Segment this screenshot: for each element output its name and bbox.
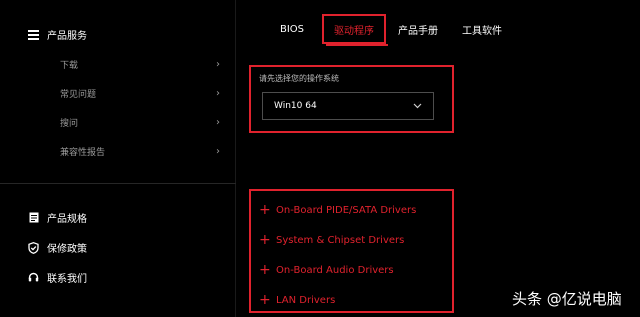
sidebar-item-label: 搜问 (60, 118, 79, 129)
sidebar: 产品服务 下载 › 常见问题 › 搜问 › 兼容性报告 › 产品规格 保修政策 … (0, 0, 236, 317)
sidebar-item-compatibility[interactable]: 兼容性报告 › (60, 144, 220, 158)
sidebar-item-warranty[interactable]: 保修政策 (28, 240, 87, 255)
watermark: 头条 @亿说电脑 (512, 290, 622, 308)
tab-drivers[interactable]: 驱动程序 (322, 14, 386, 44)
sidebar-item-ask[interactable]: 搜问 › (60, 115, 220, 129)
chevron-right-icon: › (216, 145, 220, 157)
driver-item-lan[interactable]: + LAN Drivers (259, 293, 335, 307)
sidebar-item-label: 兼容性报告 (60, 147, 106, 158)
sidebar-item-label: 常见问题 (60, 89, 97, 100)
tab-label: 工具软件 (462, 25, 502, 37)
tab-manual[interactable]: 产品手册 (386, 14, 450, 44)
chevron-right-icon: › (216, 87, 220, 99)
tab-bar: BIOS 驱动程序 产品手册 工具软件 (262, 14, 514, 44)
tab-tools[interactable]: 工具软件 (450, 14, 514, 44)
driver-item-audio[interactable]: + On-Board Audio Drivers (259, 263, 394, 277)
section-header-product-service[interactable]: 产品服务 (28, 27, 87, 42)
driver-label: On-Board PIDE/SATA Drivers (276, 204, 417, 216)
chevron-right-icon: › (216, 58, 220, 70)
sidebar-item-label: 产品规格 (47, 214, 87, 225)
active-tab-indicator (326, 44, 388, 46)
os-select-label: 请先选择您的操作系统 (259, 74, 339, 83)
document-icon (28, 212, 39, 223)
driver-item-pide-sata[interactable]: + On-Board PIDE/SATA Drivers (259, 203, 416, 217)
tab-label: 产品手册 (398, 25, 438, 37)
plus-icon: + (259, 262, 271, 278)
sidebar-item-label: 联系我们 (47, 274, 87, 285)
list-icon (28, 29, 39, 40)
sidebar-item-download[interactable]: 下载 › (60, 57, 220, 71)
chevron-right-icon: › (216, 116, 220, 128)
tab-label: BIOS (279, 23, 305, 35)
shield-check-icon (28, 241, 39, 254)
plus-icon: + (259, 232, 271, 248)
sidebar-item-contact[interactable]: 联系我们 (28, 270, 87, 285)
sidebar-item-faq[interactable]: 常见问题 › (60, 86, 220, 100)
sidebar-item-label: 下载 (60, 60, 79, 71)
tab-bios[interactable]: BIOS (262, 14, 322, 44)
driver-label: LAN Drivers (276, 294, 336, 306)
chevron-down-icon (413, 101, 422, 112)
tab-label: 驱动程序 (334, 25, 374, 37)
plus-icon: + (259, 202, 271, 218)
os-select-dropdown[interactable]: Win10 64 (262, 92, 434, 120)
sidebar-item-specs[interactable]: 产品规格 (28, 210, 87, 225)
os-select-value: Win10 64 (274, 101, 317, 111)
sidebar-divider (0, 183, 236, 184)
headset-icon (28, 272, 39, 283)
sidebar-item-label: 保修政策 (47, 244, 87, 255)
driver-label: System & Chipset Drivers (276, 234, 405, 246)
section-title: 产品服务 (47, 31, 87, 42)
driver-item-chipset[interactable]: + System & Chipset Drivers (259, 233, 404, 247)
plus-icon: + (259, 292, 271, 308)
driver-label: On-Board Audio Drivers (276, 264, 394, 276)
